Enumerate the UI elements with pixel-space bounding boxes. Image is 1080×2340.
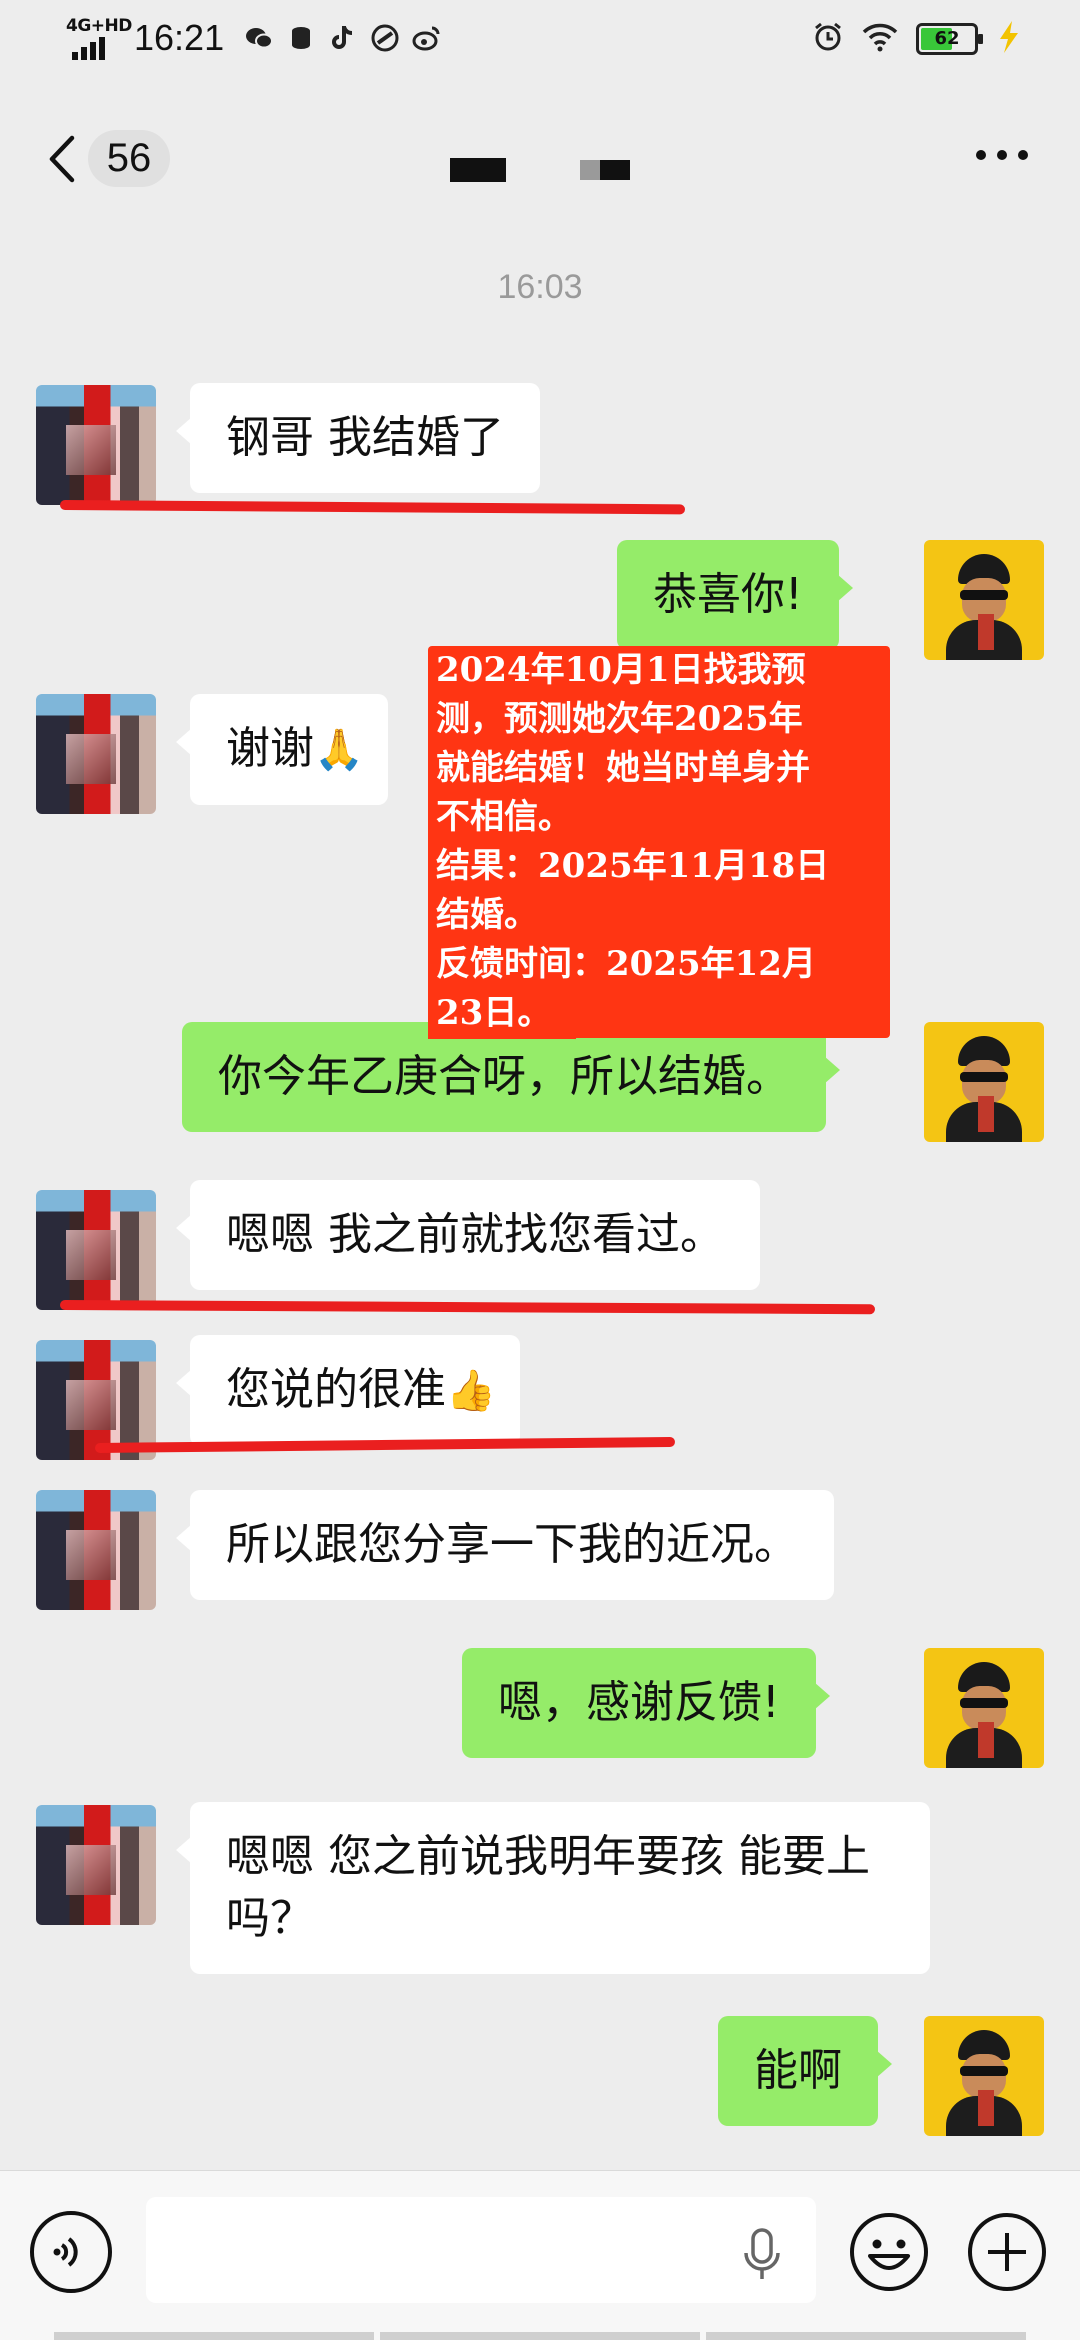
highlight-underline bbox=[94, 1436, 676, 1453]
pray-emoji: 🙏 bbox=[314, 727, 364, 773]
message-text: 所以跟您分享一下我的近况。 bbox=[226, 1519, 798, 1570]
my-avatar[interactable] bbox=[924, 1022, 1044, 1142]
my-avatar[interactable] bbox=[924, 1648, 1044, 1768]
message-text: 谢谢 bbox=[226, 723, 314, 774]
outgoing-message[interactable]: 能啊 bbox=[718, 2016, 892, 2126]
status-time: 16:21 bbox=[134, 17, 225, 58]
note-line: 反馈时间：2025年12月 bbox=[436, 944, 816, 984]
chat-title-redacted-black bbox=[600, 160, 630, 180]
emoji-icon[interactable] bbox=[848, 2211, 930, 2293]
wifi-icon bbox=[862, 22, 898, 56]
plus-icon[interactable] bbox=[966, 2211, 1048, 2293]
note-line: 23日。 bbox=[436, 993, 552, 1033]
wechat-icon bbox=[244, 23, 274, 53]
contact-avatar[interactable] bbox=[36, 1805, 156, 1925]
my-avatar[interactable] bbox=[924, 2016, 1044, 2136]
incoming-message[interactable]: 谢谢🙏 bbox=[176, 694, 388, 805]
highlight-underline bbox=[59, 1300, 876, 1315]
note-line: 2024年10月1日找我预 bbox=[436, 650, 806, 690]
battery-level: 62 bbox=[934, 28, 960, 49]
database-icon bbox=[286, 23, 316, 53]
incoming-message[interactable]: 所以跟您分享一下我的近况。 bbox=[176, 1490, 834, 1600]
note-line: 就能结婚！她当时单身并 bbox=[436, 748, 810, 788]
outgoing-message[interactable]: 嗯，感谢反馈! bbox=[462, 1648, 830, 1758]
annotation-note: 2024年10月1日找我预 测，预测她次年2025年 就能结婚！她当时单身并 不… bbox=[428, 646, 890, 1038]
note-line: 结果：2025年11月18日 bbox=[436, 846, 830, 886]
thumbs-up-emoji: 👍 bbox=[446, 1368, 496, 1414]
message-text: 钢哥 我结婚了 bbox=[226, 412, 504, 463]
network-type: 4G+HD bbox=[66, 16, 132, 36]
weibo-icon bbox=[412, 23, 442, 53]
outgoing-message[interactable]: 恭喜你! bbox=[617, 540, 853, 650]
notification-icons bbox=[244, 23, 442, 53]
message-text: 能啊 bbox=[754, 2045, 842, 2096]
status-bar-right: 62 bbox=[812, 20, 1022, 58]
incoming-message[interactable]: 钢哥 我结婚了 bbox=[176, 383, 540, 493]
message-text: 嗯嗯 您之前说我明年要孩 能要上吗？ bbox=[226, 1831, 870, 1944]
input-bar bbox=[0, 2170, 1080, 2340]
tiktok-icon bbox=[328, 23, 358, 53]
alarm-icon bbox=[812, 21, 844, 57]
chat-header: 56 bbox=[0, 110, 1080, 200]
signal-icon bbox=[72, 37, 105, 60]
voice-icon[interactable] bbox=[30, 2211, 112, 2293]
incoming-message[interactable]: 嗯嗯 我之前就找您看过。 bbox=[176, 1180, 760, 1290]
chat-title-redacted bbox=[450, 158, 506, 182]
gesture-bar bbox=[0, 2332, 1080, 2340]
contact-avatar[interactable] bbox=[36, 1190, 156, 1310]
message-text: 你今年乙庚合呀，所以结婚。 bbox=[218, 1051, 790, 1102]
contact-avatar[interactable] bbox=[36, 385, 156, 505]
microphone-icon[interactable] bbox=[740, 2227, 784, 2283]
status-bar: 4G+HD 16:21 62 bbox=[0, 0, 1080, 84]
contact-avatar[interactable] bbox=[36, 1490, 156, 1610]
message-text: 您说的很准 bbox=[226, 1364, 446, 1415]
charging-icon bbox=[996, 20, 1022, 58]
note-line: 不相信。 bbox=[436, 797, 572, 837]
message-timestamp: 16:03 bbox=[497, 268, 583, 306]
unread-count-badge: 56 bbox=[88, 130, 170, 187]
contact-avatar[interactable] bbox=[36, 694, 156, 814]
message-input[interactable] bbox=[146, 2197, 816, 2303]
message-text: 恭喜你! bbox=[653, 569, 803, 620]
status-bar-left: 4G+HD 16:21 bbox=[66, 16, 442, 60]
incoming-message[interactable]: 嗯嗯 您之前说我明年要孩 能要上吗？ bbox=[176, 1802, 930, 1974]
chat-title-redacted-gray bbox=[580, 160, 600, 180]
signal-indicator: 4G+HD bbox=[66, 16, 132, 60]
note-line: 结婚。 bbox=[436, 895, 538, 935]
more-icon[interactable] bbox=[976, 150, 1028, 160]
chevron-left-icon bbox=[49, 135, 75, 182]
message-text: 嗯，感谢反馈! bbox=[498, 1677, 780, 1728]
my-avatar[interactable] bbox=[924, 540, 1044, 660]
message-text: 嗯嗯 我之前就找您看过。 bbox=[226, 1209, 724, 1260]
back-button[interactable]: 56 bbox=[44, 130, 170, 187]
incoming-message[interactable]: 您说的很准👍 bbox=[176, 1335, 520, 1446]
note-line: 测，预测她次年2025年 bbox=[436, 699, 803, 739]
highlight-underline bbox=[59, 500, 686, 515]
battery-icon: 62 bbox=[916, 23, 983, 55]
app-icon bbox=[370, 23, 400, 53]
